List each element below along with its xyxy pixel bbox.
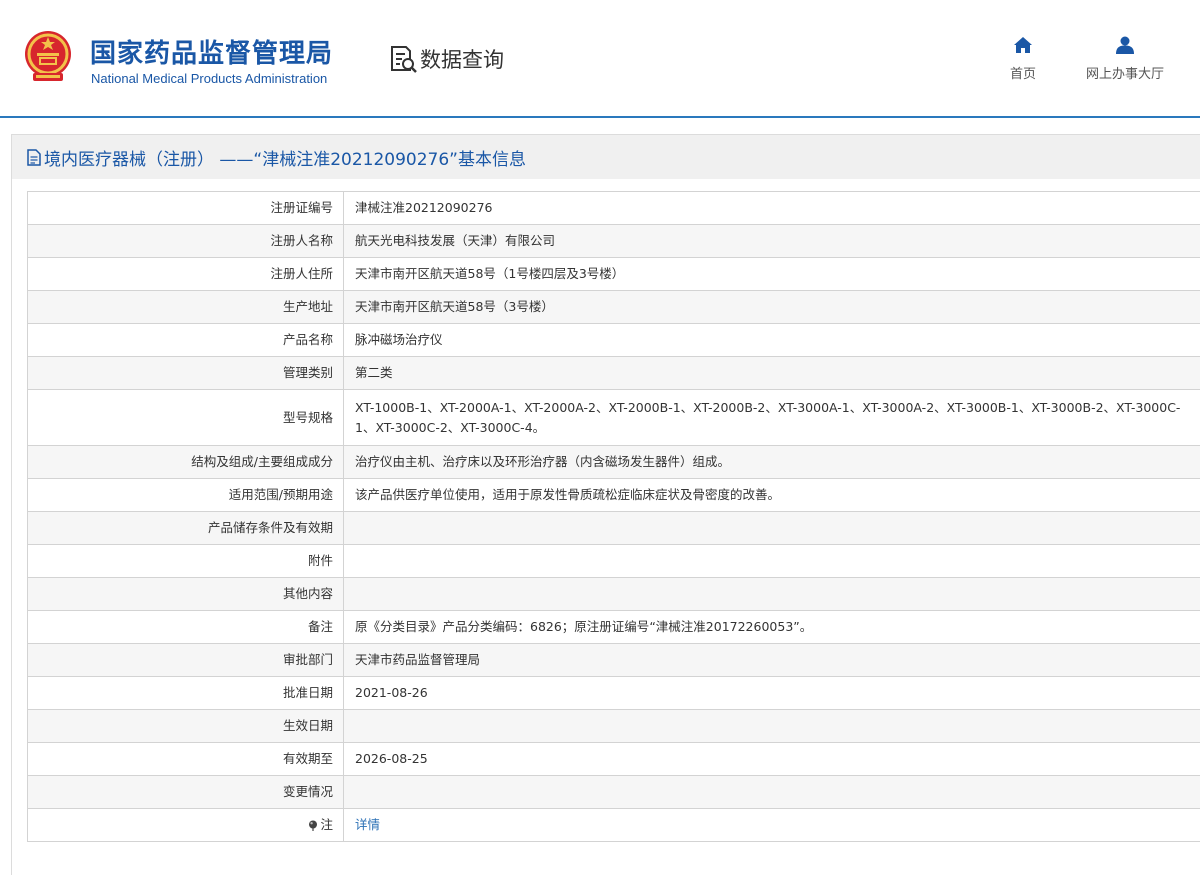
row-label: 产品名称 xyxy=(28,324,344,357)
row-value: 航天光电科技发展（天津）有限公司 xyxy=(344,225,1200,258)
table-row: 变更情况 xyxy=(28,776,1200,809)
row-value xyxy=(344,776,1200,809)
row-label: 型号规格 xyxy=(28,390,344,446)
table-row: 附件 xyxy=(28,545,1200,578)
row-label: 批准日期 xyxy=(28,677,344,710)
org-name-en: National Medical Products Administration xyxy=(91,71,327,86)
table-row: 注册人名称 航天光电科技发展（天津）有限公司 xyxy=(28,225,1200,258)
row-value: 天津市药品监督管理局 xyxy=(344,644,1200,677)
national-emblem-icon xyxy=(23,29,73,85)
row-value: 脉冲磁场治疗仪 xyxy=(344,324,1200,357)
site-header: 国家药品监督管理局 National Medical Products Admi… xyxy=(0,0,1200,118)
panel-title-text: 境内医疗器械（注册） ——“津械注准20212090276”基本信息 xyxy=(44,145,526,170)
table-row: 注 详情 xyxy=(28,809,1200,842)
row-value: 原《分类目录》产品分类编码：6826；原注册证编号“津械注准2017226005… xyxy=(344,611,1200,644)
row-label: 备注 xyxy=(28,611,344,644)
nav-online-service-hall[interactable]: 网上办事大厅 xyxy=(1078,36,1172,82)
row-value: 2026-08-25 xyxy=(344,743,1200,776)
nav-home[interactable]: 首页 xyxy=(1008,36,1038,82)
row-value: 详情 xyxy=(344,809,1200,842)
pin-icon xyxy=(308,820,318,831)
document-search-icon xyxy=(388,44,418,74)
panel-title: 境内医疗器械（注册） ——“津械注准20212090276”基本信息 xyxy=(12,135,1200,179)
row-value xyxy=(344,710,1200,743)
row-label: 适用范围/预期用途 xyxy=(28,479,344,512)
row-label: 附件 xyxy=(28,545,344,578)
home-icon xyxy=(1013,36,1033,54)
row-value: 该产品供医疗单位使用，适用于原发性骨质疏松症临床症状及骨密度的改善。 xyxy=(344,479,1200,512)
row-value: XT-1000B-1、XT-2000A-1、XT-2000A-2、XT-2000… xyxy=(344,390,1200,446)
row-label: 结构及组成/主要组成成分 xyxy=(28,446,344,479)
table-row: 产品名称 脉冲磁场治疗仪 xyxy=(28,324,1200,357)
user-icon xyxy=(1115,36,1135,54)
details-link[interactable]: 详情 xyxy=(355,817,380,832)
row-value: 天津市南开区航天道58号（3号楼） xyxy=(344,291,1200,324)
row-value xyxy=(344,578,1200,611)
table-row: 型号规格 XT-1000B-1、XT-2000A-1、XT-2000A-2、XT… xyxy=(28,390,1200,446)
table-row: 注册证编号 津械注准20212090276 xyxy=(28,192,1200,225)
row-label: 生效日期 xyxy=(28,710,344,743)
registration-info-table: 注册证编号 津械注准20212090276 注册人名称 航天光电科技发展（天津）… xyxy=(27,191,1200,842)
row-label: 注册人名称 xyxy=(28,225,344,258)
data-query-label: 数据查询 xyxy=(420,44,504,74)
row-label: 有效期至 xyxy=(28,743,344,776)
row-value: 第二类 xyxy=(344,357,1200,390)
note-label-cell: 注 xyxy=(28,809,344,842)
table-row: 生效日期 xyxy=(28,710,1200,743)
row-label: 审批部门 xyxy=(28,644,344,677)
row-label: 管理类别 xyxy=(28,357,344,390)
info-panel: 境内医疗器械（注册） ——“津械注准20212090276”基本信息 注册证编号… xyxy=(11,134,1200,875)
panel-body: 注册证编号 津械注准20212090276 注册人名称 航天光电科技发展（天津）… xyxy=(12,179,1200,875)
row-value xyxy=(344,512,1200,545)
row-label: 生产地址 xyxy=(28,291,344,324)
nav-home-label: 首页 xyxy=(1010,67,1036,82)
table-row: 生产地址 天津市南开区航天道58号（3号楼） xyxy=(28,291,1200,324)
org-name-cn: 国家药品监督管理局 xyxy=(90,33,333,70)
row-label: 其他内容 xyxy=(28,578,344,611)
table-row: 注册人住所 天津市南开区航天道58号（1号楼四层及3号楼） xyxy=(28,258,1200,291)
row-value: 津械注准20212090276 xyxy=(344,192,1200,225)
row-label: 产品储存条件及有效期 xyxy=(28,512,344,545)
row-label: 注 xyxy=(320,817,333,832)
table-row: 管理类别 第二类 xyxy=(28,357,1200,390)
row-value: 2021-08-26 xyxy=(344,677,1200,710)
row-label: 变更情况 xyxy=(28,776,344,809)
row-value: 天津市南开区航天道58号（1号楼四层及3号楼） xyxy=(344,258,1200,291)
table-row: 有效期至 2026-08-25 xyxy=(28,743,1200,776)
data-query-title: 数据查询 xyxy=(388,44,504,74)
table-row: 适用范围/预期用途 该产品供医疗单位使用，适用于原发性骨质疏松症临床症状及骨密度… xyxy=(28,479,1200,512)
row-label: 注册人住所 xyxy=(28,258,344,291)
row-value: 治疗仪由主机、治疗床以及环形治疗器（内含磁场发生器件）组成。 xyxy=(344,446,1200,479)
row-value xyxy=(344,545,1200,578)
table-row: 备注 原《分类目录》产品分类编码：6826；原注册证编号“津械注准2017226… xyxy=(28,611,1200,644)
table-row: 审批部门 天津市药品监督管理局 xyxy=(28,644,1200,677)
document-icon xyxy=(27,149,41,166)
nav-online-service-hall-label: 网上办事大厅 xyxy=(1086,67,1164,82)
row-label: 注册证编号 xyxy=(28,192,344,225)
table-row: 批准日期 2021-08-26 xyxy=(28,677,1200,710)
table-row: 产品储存条件及有效期 xyxy=(28,512,1200,545)
table-row: 结构及组成/主要组成成分 治疗仪由主机、治疗床以及环形治疗器（内含磁场发生器件）… xyxy=(28,446,1200,479)
table-row: 其他内容 xyxy=(28,578,1200,611)
